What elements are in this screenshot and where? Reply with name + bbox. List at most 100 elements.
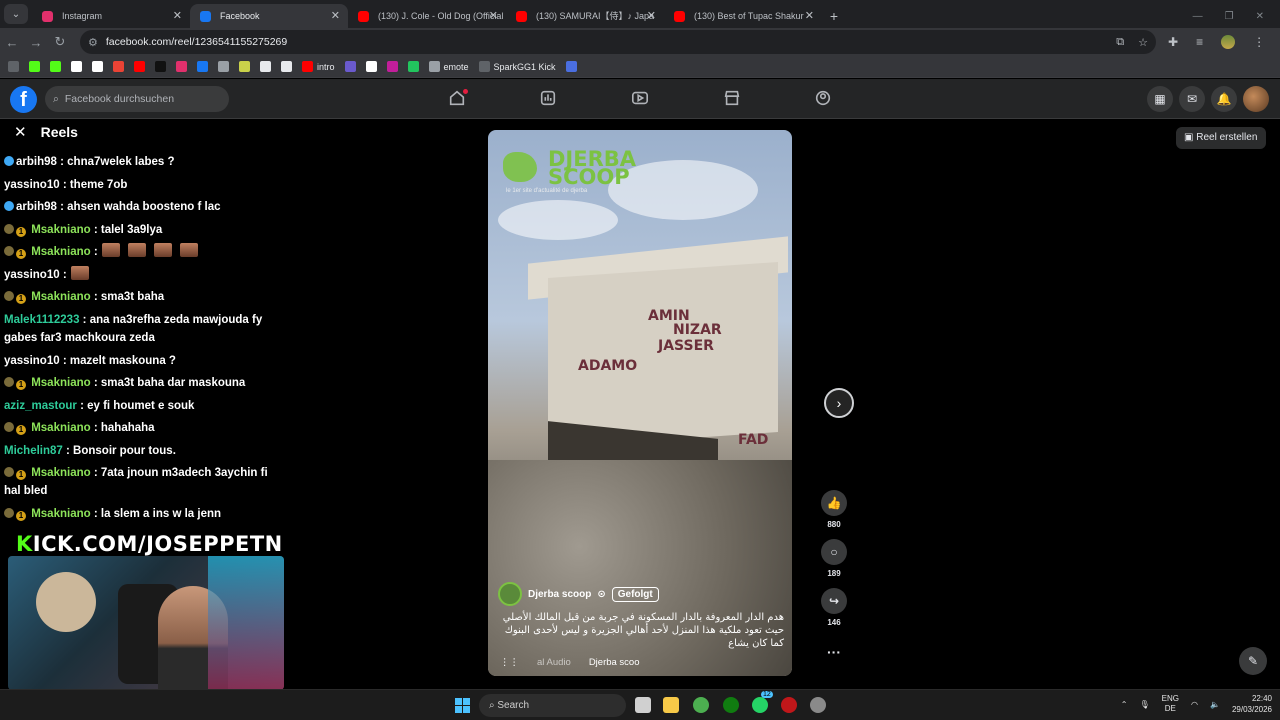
instagram-icon (42, 11, 53, 22)
chevron-up-icon[interactable]: ⌃ (1121, 700, 1128, 709)
bookmark-icon[interactable] (50, 61, 61, 72)
close-window-icon[interactable]: ✕ (1256, 11, 1264, 22)
app-icon[interactable] (781, 697, 797, 713)
close-icon[interactable]: ✕ (489, 4, 498, 28)
bookmark-icon[interactable] (239, 61, 250, 72)
badge-icon: 1 (16, 425, 26, 435)
author-avatar[interactable] (498, 582, 522, 606)
youtube-bookmark-icon[interactable] (134, 61, 145, 72)
maximize-icon[interactable]: ❐ (1225, 11, 1234, 22)
windows-start-icon[interactable] (455, 698, 470, 713)
kick-bookmark-icon[interactable] (29, 61, 40, 72)
bookmark-icon[interactable] (407, 61, 419, 72)
bookmark-icon[interactable] (71, 61, 82, 72)
tiktok-icon[interactable] (155, 61, 166, 72)
tab-facebook[interactable]: Facebook ✕ (190, 4, 348, 28)
emote-image (127, 243, 146, 257)
file-icon (428, 61, 440, 72)
reel-caption: هدم الدار المعروفة بالدار المسكونة في جر… (502, 612, 784, 649)
bookmark-icon[interactable] (281, 61, 292, 72)
reel-audio[interactable]: ⋮⋮ al Audio Djerba scoo (500, 657, 640, 668)
address-bar[interactable]: ⚙ facebook.com/reel/1236541155275269 ⧉ ☆ (80, 30, 1156, 54)
tab-youtube-samurai[interactable]: (130) SAMURAI【侍】♪ Japa ✕ (506, 4, 664, 28)
bookmark-star-icon[interactable]: ☆ (1138, 36, 1148, 49)
share-button[interactable]: ↪ 146 (819, 588, 849, 627)
minimize-icon[interactable]: — (1193, 11, 1203, 22)
chrome-icon[interactable] (693, 697, 709, 713)
messenger-icon[interactable]: ✉ (1179, 86, 1205, 112)
close-icon[interactable]: ✕ (173, 4, 182, 28)
app-icon[interactable] (810, 697, 826, 713)
tab-youtube-tupac[interactable]: (130) Best of Tupac Shakur ✕ (664, 4, 822, 28)
bookmark-icon[interactable] (565, 61, 577, 72)
facebook-search-input[interactable]: ⌕ Facebook durchsuchen (45, 86, 229, 112)
close-icon[interactable]: ✕ (331, 4, 340, 28)
clock[interactable]: 22:40 29/03/2026 (1232, 693, 1272, 715)
bookmark-icon[interactable] (218, 61, 229, 72)
author-name[interactable]: Djerba scoop (528, 589, 591, 600)
share-icon: ↪ (821, 588, 847, 614)
language-indicator[interactable]: ENG DE (1162, 694, 1179, 714)
notifications-bell-icon[interactable]: 🔔 (1211, 86, 1237, 112)
comment-button[interactable]: ○ 189 (819, 539, 849, 578)
bookmark-intro[interactable]: intro (302, 61, 335, 72)
bookmark-emote[interactable]: emote (428, 61, 469, 72)
back-icon[interactable]: ← (0, 35, 24, 50)
wifi-icon[interactable]: ◠ (1191, 700, 1198, 709)
reading-list-icon[interactable]: ≡ (1196, 35, 1203, 49)
forward-icon[interactable]: → (24, 35, 48, 50)
profile-avatar[interactable] (1221, 35, 1236, 49)
tab-instagram[interactable]: Instagram ✕ (32, 4, 190, 28)
account-avatar[interactable] (1243, 86, 1269, 112)
apps-icon[interactable] (8, 61, 19, 72)
bookmark-sparkgg1-kick[interactable]: SparkGG1 Kick (478, 61, 556, 72)
feeds-nav-icon[interactable] (539, 89, 559, 109)
close-icon[interactable]: ✕ (805, 4, 814, 28)
reload-icon[interactable]: ↻ (48, 34, 72, 50)
close-icon[interactable]: ✕ (14, 123, 27, 141)
menu-grid-icon[interactable]: ▦ (1147, 86, 1173, 112)
video-nav-icon[interactable] (631, 89, 651, 109)
file-explorer-icon[interactable] (663, 697, 679, 713)
tab-search-button[interactable]: ⌄ (4, 4, 28, 24)
groups-nav-icon[interactable] (814, 89, 834, 109)
whatsapp-icon[interactable] (752, 697, 768, 713)
follow-button[interactable]: Gefolgt (611, 586, 659, 602)
reel-video[interactable]: AMIN NIZAR JASSER ADAMO FAD DJERBA SCOOP… (488, 130, 792, 676)
new-tab-button[interactable]: + (822, 4, 846, 28)
chat-message: 1 Msakniano : sma3t baha (4, 288, 274, 306)
next-reel-button[interactable]: › (824, 388, 854, 418)
volume-icon[interactable]: 🔈 (1210, 700, 1220, 709)
instagram-bookmark-icon[interactable] (176, 61, 187, 72)
microphone-icon[interactable]: 🎙 (1140, 700, 1150, 709)
install-app-icon[interactable]: ⧉ (1116, 36, 1124, 49)
bookmark-icon[interactable] (344, 61, 356, 72)
url-text: facebook.com/reel/1236541155275269 (105, 36, 288, 48)
cloud-image (498, 200, 618, 240)
menu-icon[interactable]: ⋮ (1253, 35, 1265, 49)
extensions-icon[interactable]: ✚ (1168, 35, 1178, 49)
xbox-icon[interactable] (723, 697, 739, 713)
site-info-icon[interactable]: ⚙ (88, 36, 98, 49)
tab-youtube-jcole[interactable]: (130) J. Cole - Old Dog (Official ✕ (348, 4, 506, 28)
bookmark-icon[interactable] (92, 61, 103, 72)
badge-icon (4, 246, 14, 256)
badge-icon: 1 (16, 380, 26, 390)
more-options-icon[interactable]: ··· (819, 644, 849, 660)
tab-title: Facebook (220, 11, 260, 21)
facebook-bookmark-icon[interactable] (197, 61, 208, 72)
bookmark-icon[interactable] (260, 61, 271, 72)
taskbar-search[interactable]: ⌕ Search (479, 694, 626, 717)
bookmark-icon[interactable] (365, 61, 377, 72)
facebook-logo[interactable]: f (10, 86, 37, 113)
task-view-icon[interactable] (635, 697, 651, 713)
create-reel-button[interactable]: ▣ Reel erstellen (1176, 127, 1266, 149)
like-button[interactable]: 👍 880 (819, 490, 849, 529)
close-icon[interactable]: ✕ (647, 4, 656, 28)
badge-icon (4, 377, 14, 387)
marketplace-nav-icon[interactable] (723, 89, 743, 109)
new-message-icon[interactable]: ✎ (1239, 647, 1267, 675)
gmail-icon[interactable] (113, 61, 124, 72)
tab-title: (130) J. Cole - Old Dog (Official (378, 11, 504, 21)
bookmark-icon[interactable] (386, 61, 398, 72)
